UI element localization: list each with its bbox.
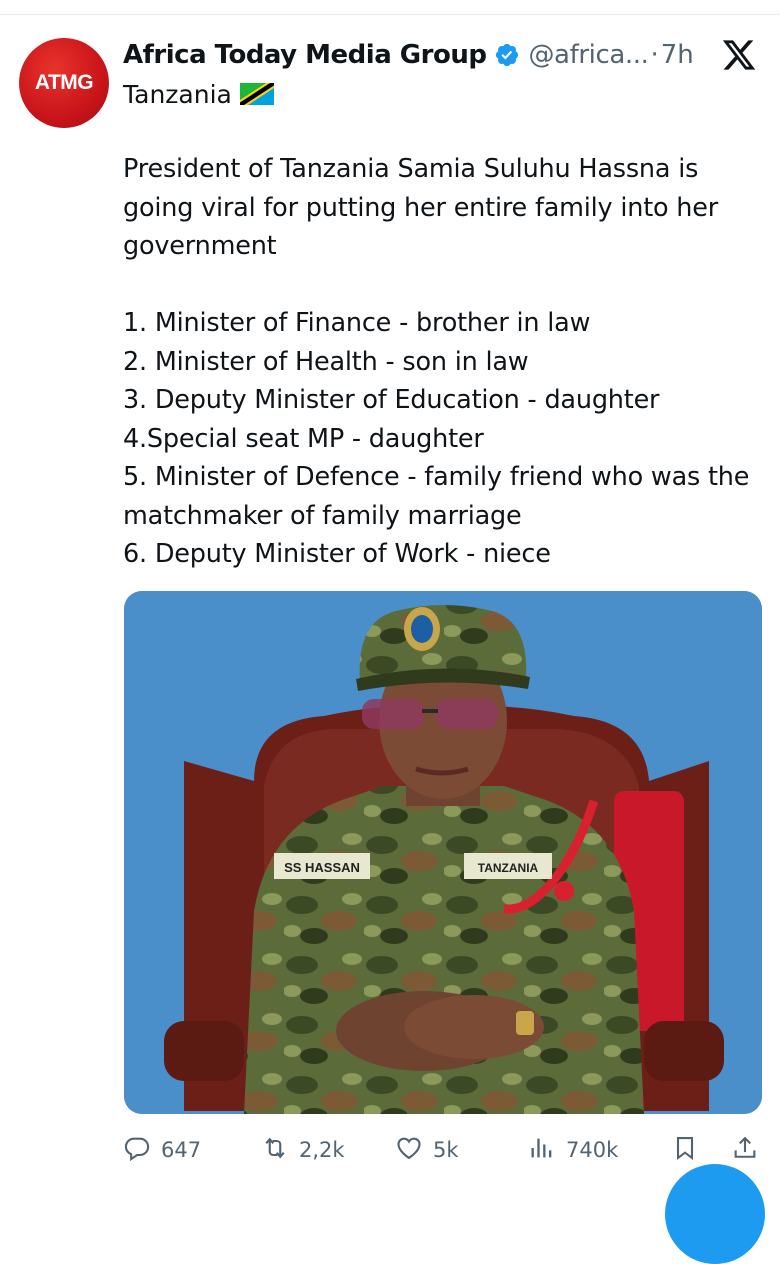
reply-icon [123, 1134, 151, 1166]
location-line: Tanzania [123, 77, 274, 111]
tweet-header: Africa Today Media Group @africa... · 7h [123, 38, 694, 72]
tanzania-flag-icon [239, 83, 274, 105]
list-item: 3. Deputy Minister of Education - daught… [123, 385, 660, 415]
repost-icon [261, 1134, 289, 1166]
like-count: 5k [433, 1138, 459, 1162]
tweet-intro: President of Tanzania Samia Suluhu Hassn… [123, 154, 719, 261]
location-label: Tanzania [123, 79, 232, 109]
display-name[interactable]: Africa Today Media Group [123, 40, 487, 70]
compose-fab[interactable] [665, 1164, 765, 1264]
tweet-text: President of Tanzania Samia Suluhu Hassn… [123, 150, 763, 574]
avatar[interactable]: ATMG [19, 38, 109, 128]
verified-badge-icon [494, 42, 520, 68]
list-item: 2. Minister of Health - son in law [123, 346, 529, 377]
repost-count: 2,2k [299, 1138, 345, 1162]
bookmark-icon [671, 1134, 699, 1166]
x-logo-icon[interactable] [721, 37, 757, 73]
share-icon [731, 1134, 759, 1166]
reply-count: 647 [161, 1138, 202, 1162]
bookmark-button[interactable] [671, 1130, 699, 1170]
handle[interactable]: @africa... [528, 40, 648, 70]
action-bar: 647 2,2k 5k 740k [123, 1130, 763, 1170]
tweet-photo[interactable]: SS HASSAN TANZANIA [124, 591, 762, 1114]
list-item: 6. Deputy Minister of Work - niece [123, 539, 551, 569]
share-button[interactable] [731, 1130, 759, 1170]
top-divider [0, 14, 780, 15]
timestamp[interactable]: 7h [661, 40, 694, 70]
repost-button[interactable]: 2,2k [261, 1130, 345, 1170]
list-item: 1. Minister of Finance - brother in law [123, 308, 591, 338]
views-count: 740k [566, 1138, 619, 1162]
country-tape: TANZANIA [478, 861, 539, 875]
like-icon [395, 1134, 423, 1166]
reply-button[interactable]: 647 [123, 1130, 201, 1170]
name-tape: SS HASSAN [284, 860, 360, 875]
list-item: 5. Minister of Defence - family friend w… [123, 462, 750, 531]
avatar-logo-text: ATMG [34, 71, 94, 94]
portrait-illustration: SS HASSAN TANZANIA [124, 591, 762, 1114]
views-button[interactable]: 740k [528, 1130, 618, 1170]
like-button[interactable]: 5k [395, 1130, 459, 1170]
views-icon [528, 1134, 556, 1166]
separator-dot: · [650, 40, 659, 70]
list-item: 4.Special seat MP - daughter [123, 423, 484, 454]
